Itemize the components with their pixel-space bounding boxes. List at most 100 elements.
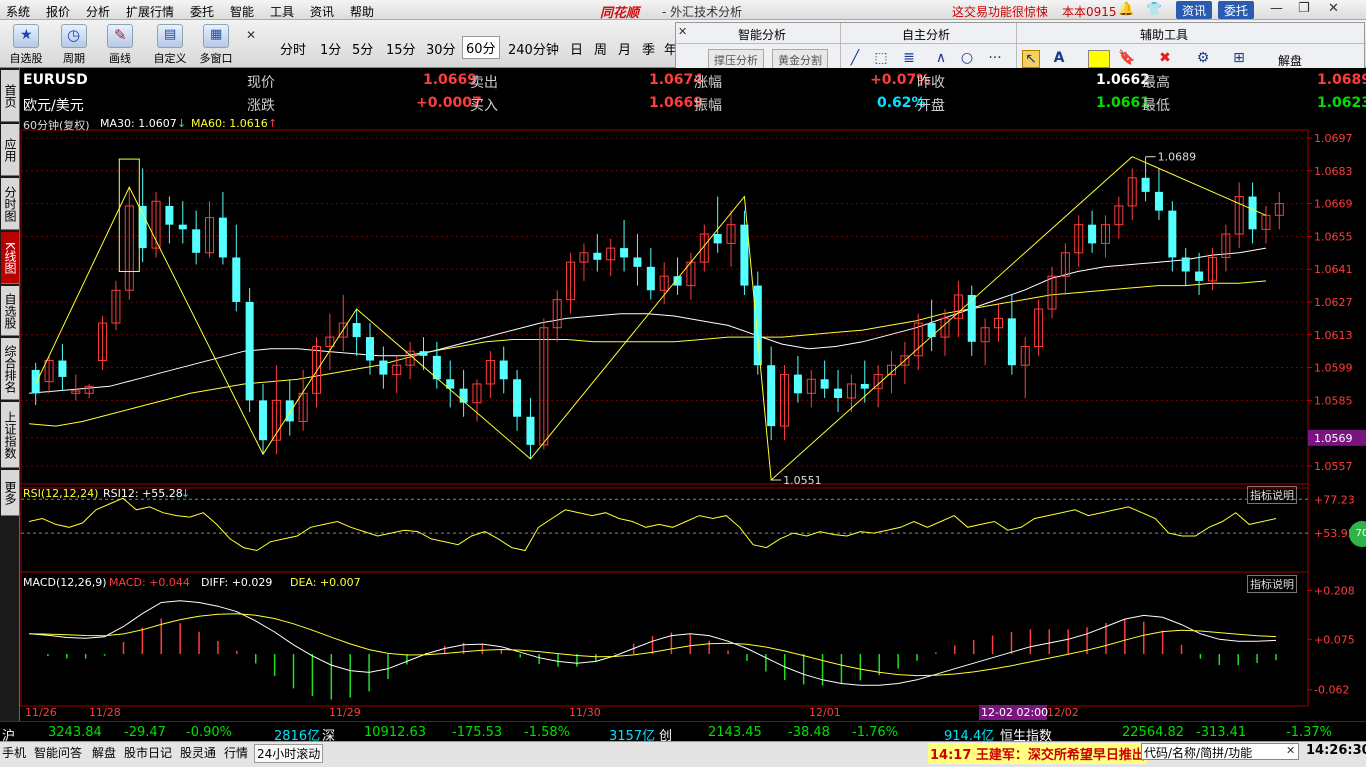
- quote-header: EURUSD 欧元/美元 现价 1.0669 卖出 1.0674 涨幅 +0.0…: [21, 68, 1366, 116]
- candle-body-down: [513, 379, 522, 417]
- more-tools-icon[interactable]: ···: [986, 50, 1004, 68]
- shirt-icon[interactable]: 👕: [1146, 2, 1162, 17]
- ma60-line: [28, 280, 1267, 427]
- menu-extended[interactable]: 扩展行情: [126, 3, 174, 20]
- sidebar-tab-ranking[interactable]: 综合排名: [1, 338, 19, 400]
- sidebar-tab-timeshare[interactable]: 分时图: [1, 178, 19, 230]
- candle-body-down: [526, 416, 535, 445]
- layout-icon[interactable]: ⊞: [1230, 50, 1248, 68]
- text-tool-icon[interactable]: A: [1050, 50, 1068, 68]
- menu-news[interactable]: 资讯: [310, 3, 334, 20]
- candle-body-down: [245, 301, 254, 401]
- rect-tool-icon[interactable]: ⬚: [872, 50, 890, 68]
- sidebar-tab-home[interactable]: 首页: [1, 70, 19, 122]
- watchlist-button[interactable]: ★ 自选股: [4, 22, 48, 66]
- symbol-name: 欧元/美元: [23, 98, 84, 114]
- sidebar-tab-sh-index[interactable]: 上证指数: [1, 402, 19, 468]
- period-60m[interactable]: 60分: [462, 36, 500, 59]
- draw-line-button[interactable]: ✎ 画线: [98, 22, 142, 66]
- bell-icon[interactable]: 🔔: [1118, 2, 1134, 17]
- prev-close-label: 昨收: [917, 75, 945, 91]
- color-picker-icon[interactable]: [1088, 50, 1110, 68]
- news-ticker[interactable]: 14:17 王建军：深交所希望早日推出: [928, 743, 1147, 764]
- trade-button[interactable]: 委托: [1218, 1, 1255, 19]
- period-timeshare[interactable]: 分时: [280, 39, 306, 58]
- explain-button[interactable]: 解盘: [1278, 52, 1302, 69]
- open-label: 开盘: [917, 98, 945, 114]
- crosshair-time-label: 12-02 02:00: [981, 706, 1048, 719]
- period-240m[interactable]: 240分钟: [508, 39, 559, 58]
- macd-indicator-help[interactable]: 指标说明: [1247, 575, 1297, 593]
- ma60-legend: MA60: 1.0616: [191, 117, 268, 130]
- aux-tools-title: 辅助工具: [1140, 28, 1189, 42]
- bottom-bar: 手机 智能问答 解盘 股市日记 股灵通 行情 24小时滚动 14:17 王建军：…: [0, 741, 1366, 767]
- rsi-indicator-help[interactable]: 指标说明: [1247, 486, 1297, 504]
- windows-icon: ▦: [203, 24, 229, 48]
- index-ticker: 沪 3243.84 -29.47 -0.90% 2816亿 深 10912.63…: [0, 721, 1366, 744]
- kline-chart-area[interactable]: 1.0697 1.0683 1.0669 1.0655 1.0641 1.0627 1.06…: [20, 116, 1366, 720]
- menu-system[interactable]: 系统: [6, 3, 30, 20]
- y-tick-label: 1.0697: [1314, 132, 1353, 145]
- menu-trade[interactable]: 委托: [190, 3, 214, 20]
- candle-body-down: [673, 276, 682, 286]
- channel-tool-icon[interactable]: ≣: [900, 50, 918, 68]
- sidebar-tab-apps[interactable]: 应用: [1, 124, 19, 176]
- candle-body-down: [593, 252, 602, 260]
- bottom-market[interactable]: 行情: [224, 744, 248, 761]
- period-day[interactable]: 日: [570, 39, 583, 58]
- ellipse-tool-icon[interactable]: ○: [958, 50, 976, 68]
- delete-icon[interactable]: ✖: [1156, 50, 1174, 68]
- menu-quote[interactable]: 报价: [46, 3, 70, 20]
- pressure-analysis-button[interactable]: 撑压分析: [708, 49, 764, 69]
- close-icon[interactable]: ✕: [1328, 1, 1339, 16]
- sidebar-tab-kline[interactable]: K线图: [1, 232, 19, 284]
- custom-button[interactable]: ▤ 自定义: [148, 22, 192, 66]
- period-5m[interactable]: 5分: [352, 39, 373, 58]
- bottom-diary[interactable]: 股市日记: [124, 744, 172, 761]
- wave-tool-icon[interactable]: ∧: [932, 50, 950, 68]
- sz-change: -175.53: [452, 725, 503, 740]
- close-search-icon[interactable]: ✕: [1286, 744, 1295, 757]
- sidebar-tab-watchlist[interactable]: 自选股: [1, 286, 19, 336]
- custom-icon: ▤: [157, 24, 183, 48]
- menu-smart[interactable]: 智能: [230, 3, 254, 20]
- watchlist-label: 自选股: [9, 52, 43, 65]
- menu-tools[interactable]: 工具: [270, 3, 294, 20]
- bottom-explain[interactable]: 解盘: [92, 744, 116, 761]
- y-tick-label: 1.0613: [1314, 329, 1353, 342]
- cycle-button[interactable]: ◷ 周期: [52, 22, 96, 66]
- maximize-icon[interactable]: ❐: [1298, 1, 1310, 16]
- kline-chart-svg[interactable]: 1.0697 1.0683 1.0669 1.0655 1.0641 1.0627 1.06…: [20, 116, 1366, 721]
- period-15m[interactable]: 15分: [386, 39, 416, 58]
- bottom-mobile[interactable]: 手机: [2, 744, 26, 761]
- candle-body-down: [58, 360, 67, 377]
- collapse-icon[interactable]: ✕: [246, 28, 256, 42]
- cursor-icon[interactable]: ↖: [1022, 50, 1040, 68]
- sh-value: 3243.84: [48, 725, 102, 740]
- clock-icon: ◷: [61, 24, 87, 48]
- line-tool-icon[interactable]: ╱: [846, 50, 864, 68]
- cycle-label: 周期: [63, 52, 85, 65]
- sh-percent: -0.90%: [186, 725, 232, 740]
- code-search-input[interactable]: 代码/名称/简拼/功能: [1141, 743, 1299, 760]
- bottom-smart-qa[interactable]: 智能问答: [34, 744, 82, 761]
- menu-help[interactable]: 帮助: [350, 3, 374, 20]
- info-button[interactable]: 资讯: [1176, 1, 1213, 19]
- sidebar-tab-more[interactable]: 更多: [1, 470, 19, 516]
- multi-window-button[interactable]: ▦ 多窗口: [194, 22, 238, 66]
- period-quarter[interactable]: 季: [642, 39, 655, 58]
- settings-gear-icon[interactable]: ⚙: [1194, 50, 1212, 68]
- notice-link[interactable]: 这交易功能很惊悚: [952, 3, 1048, 20]
- bottom-stocklink[interactable]: 股灵通: [180, 744, 216, 761]
- minimize-icon[interactable]: —: [1270, 1, 1283, 16]
- golden-section-button[interactable]: 黄金分割: [772, 49, 828, 69]
- bookmark-icon[interactable]: 🔖: [1118, 50, 1136, 68]
- menu-analysis[interactable]: 分析: [86, 3, 110, 20]
- bottom-24h-scroll[interactable]: 24小时滚动: [254, 744, 324, 763]
- panel-close-icon[interactable]: ✕: [678, 25, 687, 38]
- period-month[interactable]: 月: [618, 39, 631, 58]
- period-1m[interactable]: 1分: [320, 39, 341, 58]
- candle-body-down: [646, 266, 655, 291]
- period-week[interactable]: 周: [594, 39, 607, 58]
- period-30m[interactable]: 30分: [426, 39, 456, 58]
